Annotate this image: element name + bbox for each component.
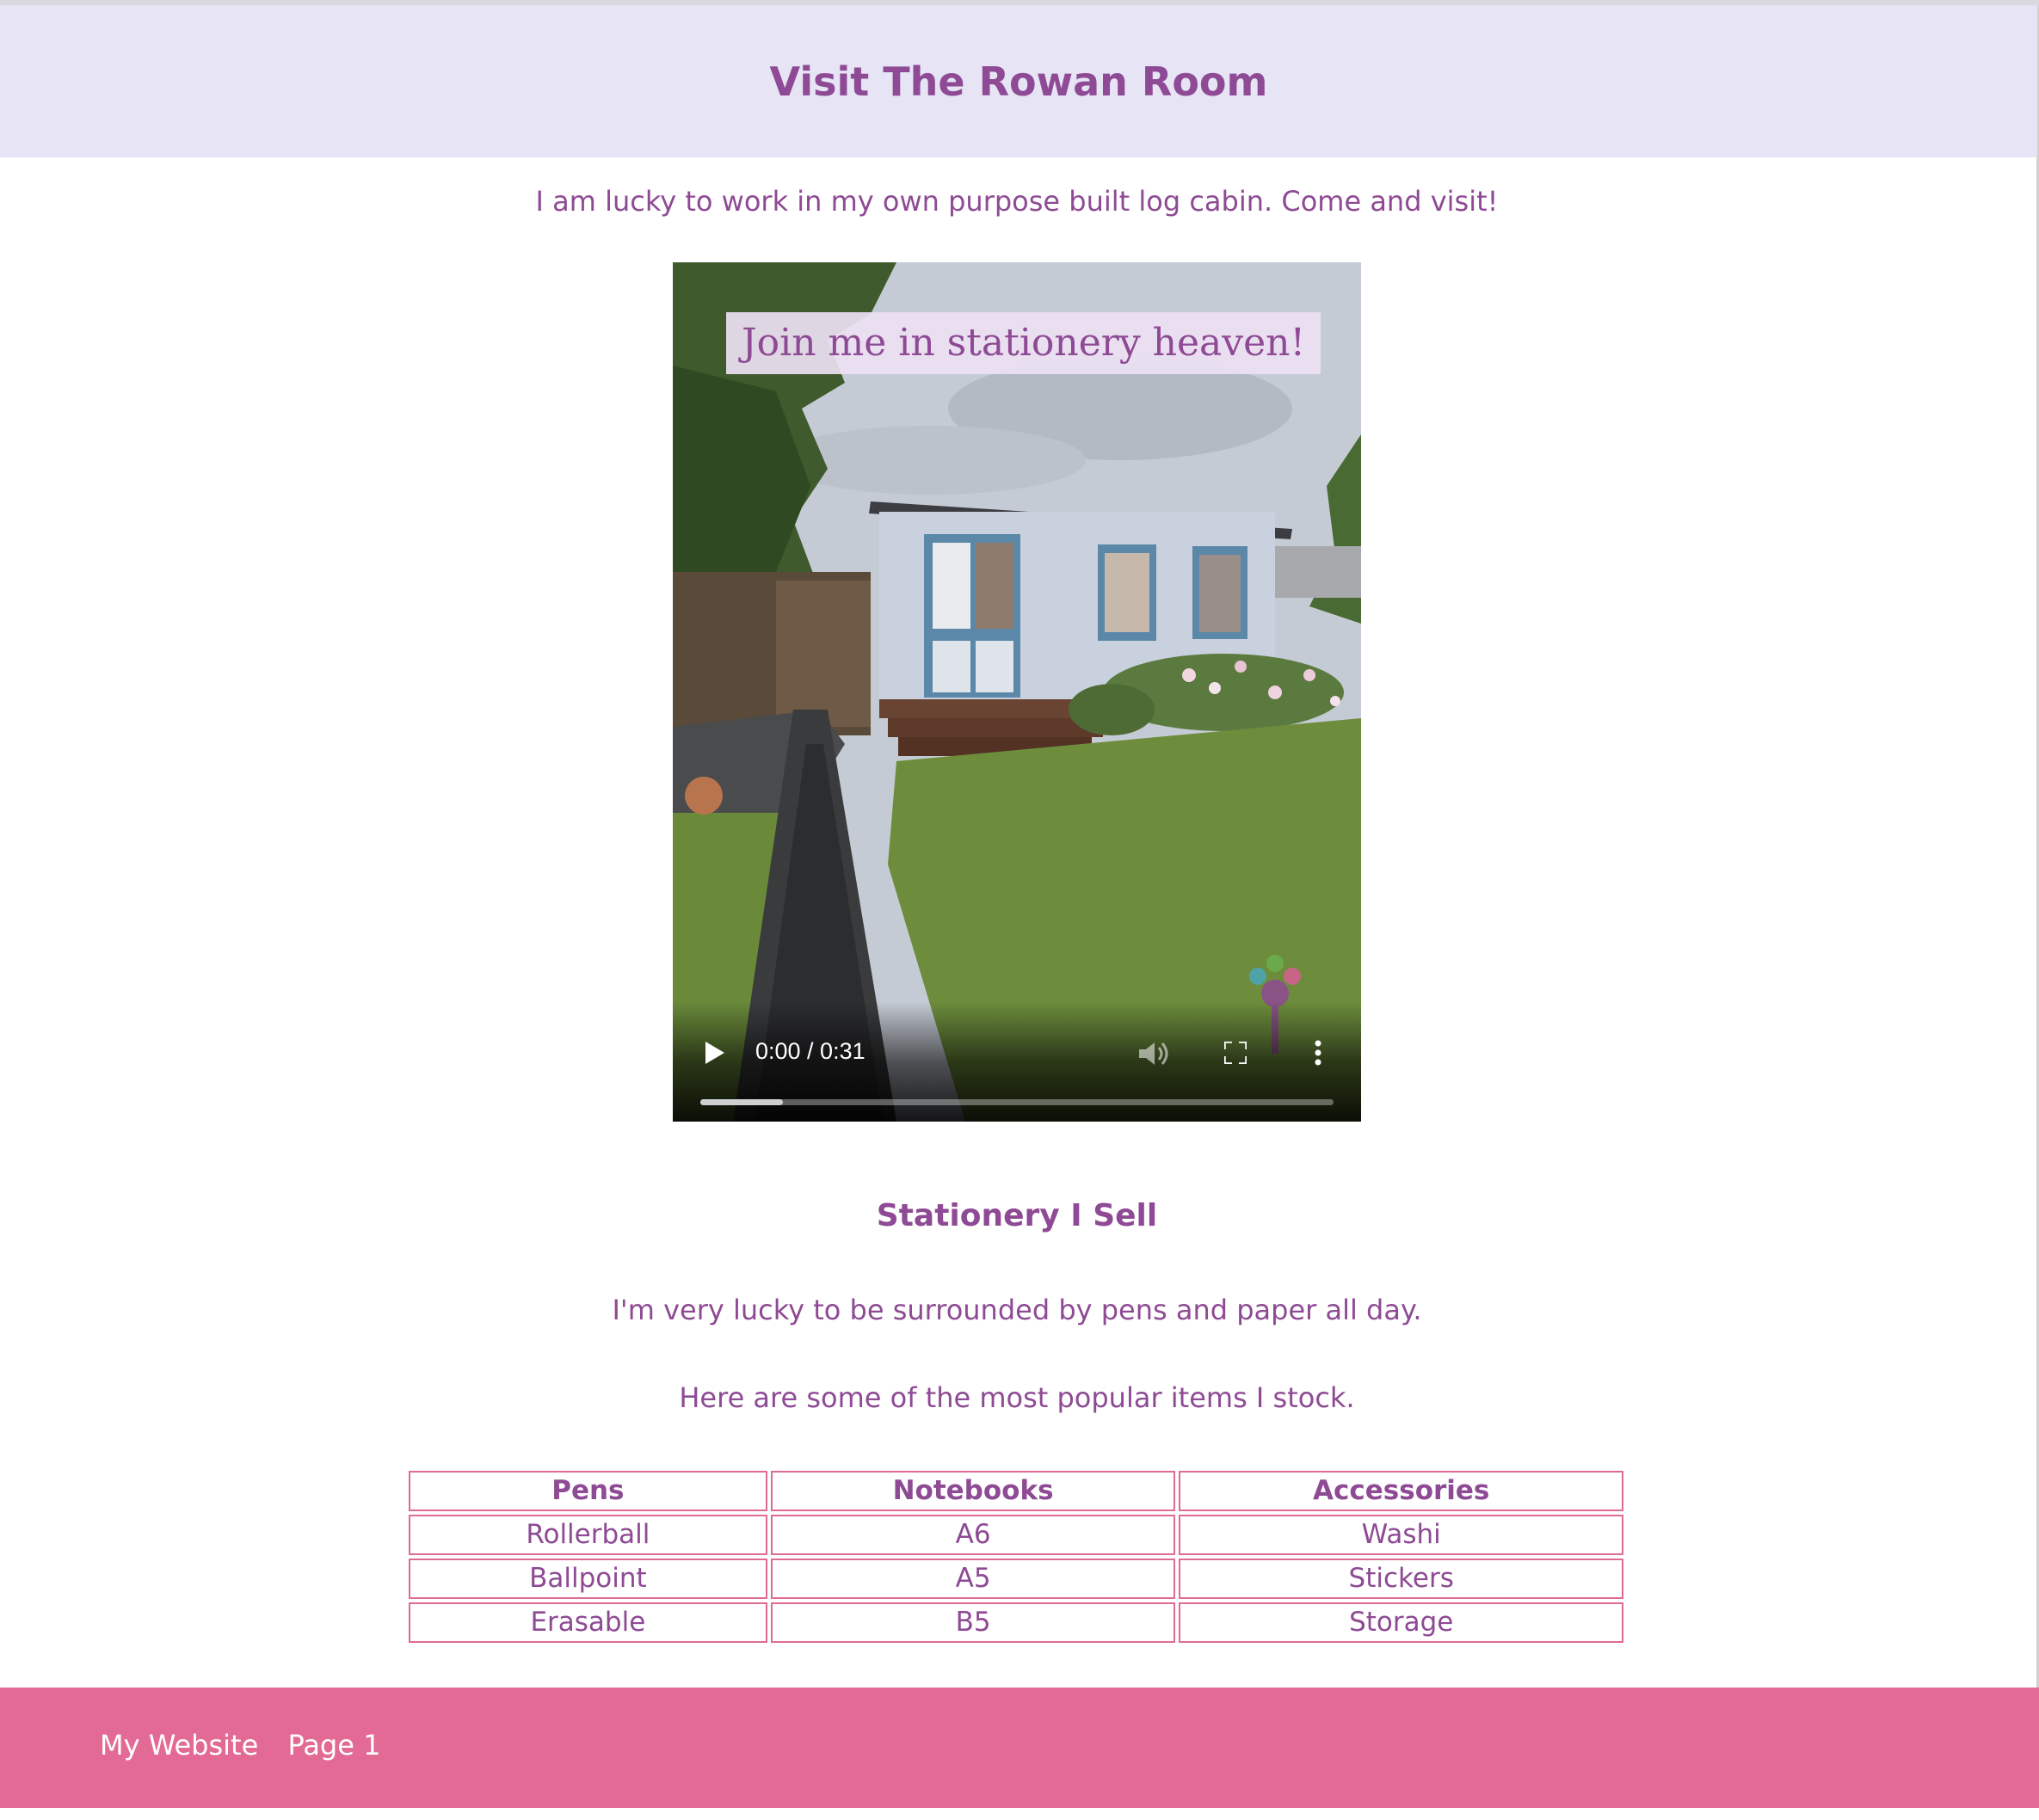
footer-page-link[interactable]: Page 1 [287,1729,380,1762]
play-icon[interactable] [705,1042,724,1064]
more-icon[interactable] [1315,1040,1321,1066]
video-frame-image [673,262,1361,1122]
column-header-accessories: Accessories [1179,1471,1623,1511]
video-controls: 0:00 / 0:31 [673,1001,1361,1122]
table-cell: A6 [770,1515,1176,1555]
section-title: Stationery I Sell [876,1198,1158,1233]
stationery-intro-1: I'm very lucky to be surrounded by pens … [612,1294,1422,1326]
stock-table: Pens Notebooks Accessories Rollerball A6… [405,1467,1627,1646]
table-cell: Ballpoint [409,1559,767,1599]
table-cell: Erasable [409,1602,767,1643]
column-header-notebooks: Notebooks [770,1471,1176,1511]
table-cell: A5 [770,1559,1176,1599]
video-overlay-caption: Join me in stationery heaven! [726,312,1321,374]
table-row: Rollerball A6 Washi [409,1515,1623,1555]
stationery-intro-2: Here are some of the most popular items … [679,1381,1355,1414]
table-row: Erasable B5 Storage [409,1602,1623,1643]
table-cell: Storage [1179,1602,1623,1643]
table-cell: Stickers [1179,1559,1623,1599]
table-cell: Rollerball [409,1515,767,1555]
page-header: Visit The Rowan Room [0,5,2037,157]
fullscreen-icon[interactable] [1224,1042,1247,1064]
table-header-row: Pens Notebooks Accessories [409,1471,1623,1511]
table-row: Ballpoint A5 Stickers [409,1559,1623,1599]
page-title: Visit The Rowan Room [769,58,1268,105]
video-time: 0:00 / 0:31 [755,1038,865,1064]
intro-text: I am lucky to work in my own purpose bui… [535,185,1499,218]
footer-site-link[interactable]: My Website [100,1729,258,1762]
page-footer: My Website Page 1 [0,1688,2039,1808]
video-player[interactable]: Join me in stationery heaven! 0:00 / 0:3… [673,262,1361,1122]
video-progress-bar[interactable] [700,1099,1334,1105]
volume-icon[interactable] [1139,1041,1170,1067]
column-header-pens: Pens [409,1471,767,1511]
table-cell: B5 [770,1602,1176,1643]
video-progress-fill [700,1099,783,1105]
table-cell: Washi [1179,1515,1623,1555]
